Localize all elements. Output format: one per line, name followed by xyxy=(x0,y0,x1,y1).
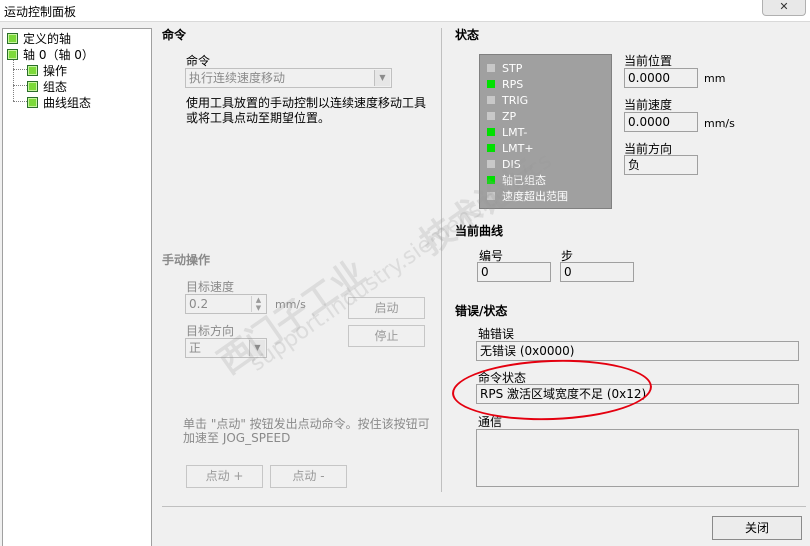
status-item-label: RPS xyxy=(502,78,524,91)
communication-field xyxy=(476,429,799,487)
status-item-label: LMT- xyxy=(502,126,528,139)
tree-item-axis0[interactable]: 轴 0（轴 0） xyxy=(7,47,94,63)
status-item: LMT- xyxy=(487,125,527,141)
current-position-field: 0.0000 xyxy=(624,68,698,88)
stop-button[interactable]: 停止 xyxy=(348,325,425,347)
bottom-divider xyxy=(162,506,806,507)
tree-item-defined-axes[interactable]: 定义的轴 xyxy=(7,31,71,47)
axis-tree: 定义的轴 轴 0（轴 0） 操作 组态 曲线组态 xyxy=(2,28,152,546)
current-speed-label: 当前速度 xyxy=(624,98,673,112)
current-direction-field: 负 xyxy=(624,155,698,175)
title-bar: 运动控制面板 ✕ xyxy=(0,0,810,22)
target-speed-label: 目标速度 xyxy=(186,280,235,294)
jog-hint-2: 加速至 JOG_SPEED xyxy=(183,431,291,445)
close-button[interactable]: 关闭 xyxy=(712,516,802,540)
jog-plus-button[interactable]: 点动 + xyxy=(186,465,263,488)
jog-minus-button[interactable]: 点动 - xyxy=(270,465,347,488)
command-description-1: 使用工具放置的手动控制以连续速度移动工具 xyxy=(186,96,427,110)
status-led-icon xyxy=(487,144,495,152)
axis-icon xyxy=(7,33,18,44)
chevron-down-icon: ▼ xyxy=(374,70,390,86)
curve-step-field: 0 xyxy=(560,262,634,282)
axis-icon xyxy=(7,49,18,60)
current-position-label: 当前位置 xyxy=(624,54,673,68)
annotation-ellipse xyxy=(451,356,653,424)
tree-item-curve-config[interactable]: 曲线组态 xyxy=(27,95,91,111)
axis-error-field: 无错误 (0x0000) xyxy=(476,341,799,361)
status-item: STP xyxy=(487,61,522,77)
status-led-icon xyxy=(487,96,495,104)
status-section-title: 状态 xyxy=(455,28,480,42)
window-title: 运动控制面板 xyxy=(4,5,77,19)
status-item: ZP xyxy=(487,109,516,125)
curve-config-icon xyxy=(27,97,38,108)
status-item: TRIG xyxy=(487,93,528,109)
status-led-icon xyxy=(487,112,495,120)
tree-item-configuration[interactable]: 组态 xyxy=(27,79,67,95)
status-item-label: ZP xyxy=(502,110,517,123)
error-section-title: 错误/状态 xyxy=(455,304,508,318)
command-label: 命令 xyxy=(186,54,211,68)
status-led-icon xyxy=(487,64,495,72)
command-section-title: 命令 xyxy=(162,28,187,42)
current-speed-field: 0.0000 xyxy=(624,112,698,132)
operation-icon xyxy=(27,65,38,76)
command-description-2: 或将工具点动至期望位置。 xyxy=(186,111,331,125)
tree-item-operation[interactable]: 操作 xyxy=(27,63,67,79)
status-item-label: STP xyxy=(502,62,523,75)
status-item-label: TRIG xyxy=(502,94,529,107)
status-item: RPS xyxy=(487,77,523,93)
manual-section-title: 手动操作 xyxy=(162,253,211,267)
status-led-icon xyxy=(487,128,495,136)
command-select[interactable]: 执行连续速度移动 ▼ xyxy=(185,68,392,88)
position-unit: mm xyxy=(704,72,726,85)
configuration-icon xyxy=(27,81,38,92)
axis-error-label: 轴错误 xyxy=(478,327,515,341)
status-led-icon xyxy=(487,80,495,88)
close-icon[interactable]: ✕ xyxy=(762,0,806,16)
speed-unit: mm/s xyxy=(704,117,735,130)
curve-number-field: 0 xyxy=(477,262,551,282)
